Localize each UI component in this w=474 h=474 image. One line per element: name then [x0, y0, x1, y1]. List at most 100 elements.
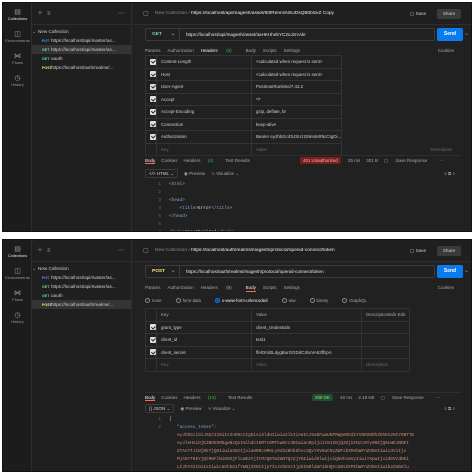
tab-settings[interactable]: Settings — [284, 48, 300, 54]
visualize-button[interactable]: ∿ Visualize ⌄ — [211, 171, 239, 176]
header-value[interactable]: gzip, deflate, br — [250, 105, 343, 119]
resp-tab-body[interactable]: Body — [145, 395, 156, 401]
header-enabled-checkbox[interactable] — [145, 130, 157, 144]
more-icon[interactable]: ⋯ — [118, 11, 124, 18]
header-value[interactable]: PostmanRuntime/7.43.2 — [250, 80, 343, 94]
filter-icon[interactable]: ≡ — [47, 11, 51, 18]
share-button[interactable]: Share — [437, 9, 461, 19]
tab-body[interactable]: Body — [245, 285, 256, 293]
save-response-button[interactable]: ▢ Save Response — [384, 158, 433, 163]
url-input[interactable]: https://localhost/auth/realms/magesh/pro… — [186, 266, 324, 278]
resp-tab-tests[interactable]: Test Results — [228, 395, 253, 400]
param-key[interactable]: grant_type — [156, 320, 252, 334]
send-options-icon[interactable]: ⌄ — [464, 268, 469, 275]
preview-button[interactable]: ◉ Preview — [180, 406, 201, 411]
tab-scripts[interactable]: Scripts — [263, 285, 277, 291]
url-bar[interactable]: POST ⌄ https://localhost/auth/realms/mage… — [145, 265, 435, 278]
sidebar-request-oauth[interactable]: GET oauth — [32, 291, 131, 300]
send-button[interactable]: Send — [437, 28, 463, 41]
cookies-link[interactable]: Cookies — [438, 285, 454, 291]
tab-settings[interactable]: Settings — [284, 285, 300, 291]
method-select[interactable]: GET ⌄ — [146, 29, 180, 40]
resp-tab-cookies[interactable]: Cookies — [161, 158, 177, 163]
visualize-button[interactable]: ∿ Visualize ⌄ — [208, 406, 236, 411]
rail-flows[interactable]: ⋈ Flows — [3, 290, 32, 303]
header-enabled-checkbox[interactable] — [145, 117, 157, 131]
more-icon[interactable]: ⋯ — [439, 158, 444, 163]
resp-tab-headers[interactable]: Headers (10) — [184, 395, 222, 400]
save-button[interactable]: ▢ Save — [405, 9, 431, 19]
url-bar[interactable]: GET ⌄ https://localhost/api/magesh/asset/… — [145, 28, 435, 41]
header-key[interactable]: Content-Length — [156, 55, 252, 69]
collection-node[interactable]: ⌄ New Collection — [32, 27, 131, 36]
sidebar-request-token[interactable]: POSThttps://localhost/auth/realms/... — [32, 300, 131, 309]
format-select[interactable]: </> HTML ⌄ — [145, 169, 178, 178]
header-key[interactable]: Accept — [156, 92, 252, 106]
header-enabled-checkbox[interactable] — [145, 67, 157, 81]
tab-params[interactable]: Params — [145, 48, 161, 54]
header-enabled-checkbox[interactable] — [145, 92, 157, 106]
description-placeholder[interactable]: Description — [360, 358, 411, 372]
rail-collections[interactable]: ▤ Collections — [3, 9, 32, 22]
tab-authorization[interactable]: Authorization — [168, 285, 194, 291]
header-key[interactable]: Host — [156, 67, 252, 81]
resp-tab-headers[interactable]: Headers (4) — [184, 158, 220, 163]
send-options-icon[interactable]: ⌄ — [464, 31, 469, 38]
rail-flows[interactable]: ⋈ Flows — [3, 53, 32, 66]
send-button[interactable]: Send — [437, 265, 463, 278]
header-value[interactable]: keep-alive — [250, 117, 343, 131]
sidebar-request-get-asset[interactable]: GET https://localhost/api/master/as... — [32, 282, 131, 291]
header-enabled-checkbox[interactable] — [145, 105, 157, 119]
rail-environments[interactable]: ◫ Environments — [3, 268, 32, 281]
param-key[interactable]: client_secret — [156, 345, 252, 359]
bulk-edit-link[interactable]: Bulk Edit — [388, 312, 409, 317]
header-key[interactable]: Accept-Encoding — [156, 105, 252, 119]
param-value[interactable]: test1 — [251, 333, 362, 347]
header-enabled-checkbox[interactable] — [145, 55, 157, 69]
value-placeholder[interactable]: Value — [251, 358, 362, 372]
sidebar-request-put[interactable]: PUT https://localhost/api/master/as... — [32, 36, 131, 45]
plus-icon[interactable]: ＋ — [37, 11, 43, 18]
param-description[interactable] — [360, 333, 411, 347]
collection-node[interactable]: ⌄ New Collection — [32, 264, 131, 273]
more-icon[interactable]: ⋯ — [436, 395, 441, 400]
param-key[interactable]: client_id — [156, 333, 252, 347]
header-key[interactable]: Connection — [156, 117, 252, 131]
param-value[interactable]: client_credentials — [251, 320, 362, 334]
sidebar-request-put[interactable]: PUT https://localhost/api/master/as... — [32, 273, 131, 282]
resp-tab-cookies[interactable]: Cookies — [161, 395, 177, 400]
rail-history[interactable]: ◷ History — [3, 75, 32, 88]
header-key[interactable]: Authorization — [156, 130, 252, 144]
header-value[interactable]: <calculated when request is sent> — [250, 67, 343, 81]
plus-icon[interactable]: ＋ — [37, 248, 43, 255]
param-enabled-checkbox[interactable] — [145, 333, 157, 347]
sidebar-request-oauth[interactable]: GET oauth — [32, 54, 131, 63]
body-type-raw[interactable]: raw — [281, 298, 303, 305]
tab-body[interactable]: Body — [246, 48, 256, 54]
body-type-binary[interactable]: binary — [309, 298, 336, 305]
more-icon[interactable]: ⋯ — [118, 248, 124, 255]
preview-button[interactable]: ◉ Preview — [184, 171, 205, 176]
key-placeholder[interactable]: Key — [156, 142, 252, 156]
tab-params[interactable]: Params — [145, 285, 161, 291]
cookies-link[interactable]: Cookies — [438, 48, 454, 54]
save-button[interactable]: ▢ Save — [405, 246, 431, 256]
rail-collections[interactable]: ▤ Collections — [3, 246, 32, 259]
sidebar-request-get-asset[interactable]: GET https://localhost/api/master/as... — [32, 45, 131, 54]
param-description[interactable] — [360, 345, 411, 359]
resp-tab-tests[interactable]: Test Results — [225, 158, 250, 163]
body-type-graphql[interactable]: GraphQL — [342, 298, 374, 305]
sidebar-request-token[interactable]: POSThttps://localhost/auth/realms/... — [32, 63, 131, 72]
param-value[interactable]: ffelOml2LdygBurGGDdCJ6oVA63ffzpA — [251, 345, 362, 359]
body-type-none[interactable]: none — [145, 298, 169, 305]
url-input[interactable]: https://localhost/api/magesh/asset/4aHKH… — [186, 29, 306, 41]
resp-tab-body[interactable]: Body — [145, 158, 156, 164]
rail-history[interactable]: ◷ History — [3, 312, 32, 325]
header-enabled-checkbox[interactable] — [145, 80, 157, 94]
value-placeholder[interactable]: Value Description — [250, 142, 452, 156]
filter-icon[interactable]: ≡ — [47, 248, 51, 255]
method-select[interactable]: POST ⌄ — [146, 266, 180, 277]
header-value[interactable]: Bearer eyJhbGciOiJSUzI1NiIsInR5cCIgOi... — [250, 130, 343, 144]
tab-scripts[interactable]: Scripts — [263, 48, 277, 54]
param-description[interactable] — [360, 320, 411, 334]
